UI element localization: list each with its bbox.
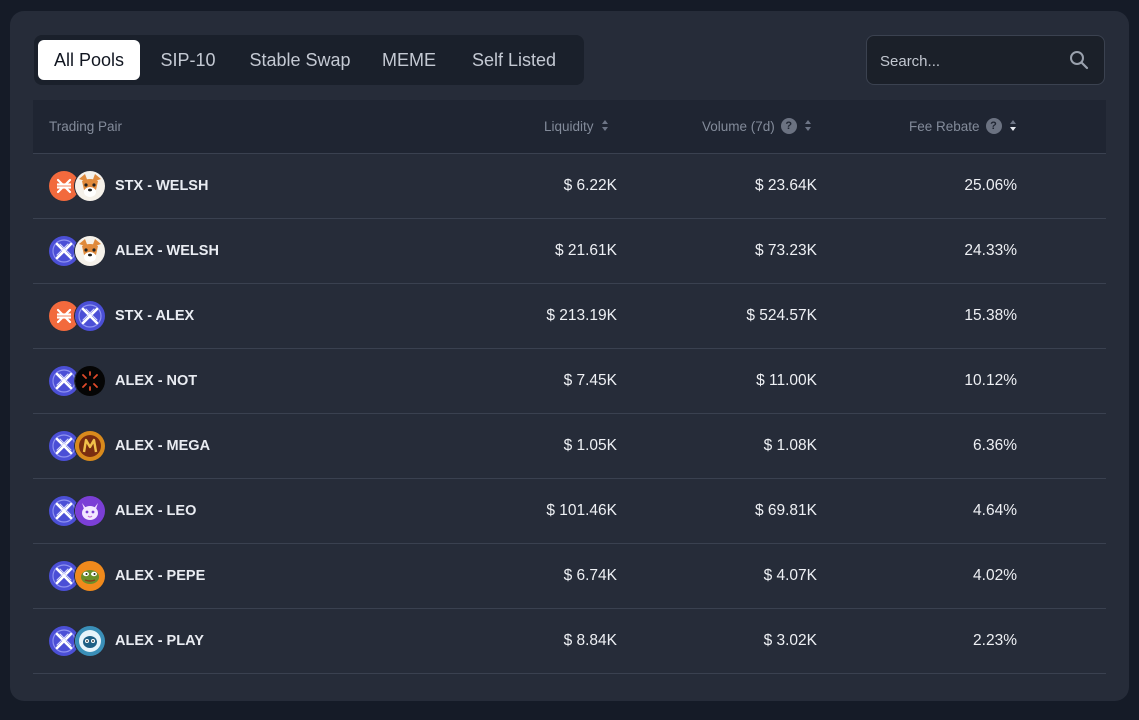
fee-rebate-value: 6.36% [973,437,1017,454]
volume-value: $ 1.08K [763,437,817,454]
search-icon[interactable] [1069,50,1089,70]
header-liquidity[interactable]: Liquidity [544,100,609,153]
table-row[interactable]: ALEX - NOT $ 7.45K $ 11.00K 10.12% [33,349,1106,414]
pepe-icon [75,561,105,591]
liquidity-value: $ 101.46K [546,502,617,519]
table-row[interactable]: ALEX - PEPE $ 6.74K $ 4.07K 4.02% [33,544,1106,609]
pair-icons [49,431,107,463]
sort-icon[interactable] [601,119,609,132]
volume-value: $ 73.23K [754,242,817,259]
header-fee-rebate[interactable]: Fee Rebate? [909,100,1017,153]
pair-icons [49,236,107,268]
liquidity-value: $ 6.22K [563,177,617,194]
pair-icons [49,496,107,528]
fee-rebate-value: 10.12% [964,372,1017,389]
liquidity-value: $ 21.61K [554,242,617,259]
volume-value: $ 3.02K [763,632,817,649]
tab-all-pools[interactable]: All Pools [38,40,140,80]
pair-icons [49,171,107,203]
sort-icon[interactable] [804,119,812,132]
header-trading-pair: Trading Pair [49,119,123,134]
table-row[interactable]: ALEX - LEO $ 101.46K $ 69.81K 4.64% [33,479,1106,544]
search-input[interactable] [878,36,1062,86]
liquidity-value: $ 213.19K [546,307,617,324]
volume-value: $ 4.07K [763,567,817,584]
pools-table: Trading Pair Liquidity Volume (7d)? Fee … [33,100,1106,720]
fee-rebate-value: 25.06% [964,177,1017,194]
table-row[interactable]: ALEX - WELSH $ 21.61K $ 73.23K 24.33% [33,219,1106,284]
tab-meme[interactable]: MEME [374,40,444,80]
trading-pair: ALEX - PLAY [115,633,204,649]
tab-stable-swap[interactable]: Stable Swap [238,40,362,80]
trading-pair: STX - ALEX [115,308,195,324]
pair-icons [49,366,107,398]
table-header: Trading Pair Liquidity Volume (7d)? Fee … [33,100,1106,154]
alex-icon [75,301,105,331]
pair-icons [49,626,107,658]
not-icon [75,366,105,396]
fee-rebate-value: 2.23% [973,632,1017,649]
header-volume[interactable]: Volume (7d)? [702,100,812,153]
welsh-icon [75,236,105,266]
fee-rebate-value: 15.38% [964,307,1017,324]
welsh-icon [75,171,105,201]
liquidity-value: $ 8.84K [563,632,617,649]
fee-rebate-value: 4.64% [973,502,1017,519]
volume-value: $ 23.64K [754,177,817,194]
fee-rebate-value: 4.02% [973,567,1017,584]
tab-self-listed[interactable]: Self Listed [458,40,570,80]
trading-pair: ALEX - WELSH [115,243,219,259]
help-icon[interactable]: ? [985,117,1002,134]
tab-sip-10[interactable]: SIP-10 [148,40,228,80]
mega-icon [75,431,105,461]
pools-panel: All Pools SIP-10 Stable Swap MEME Self L… [10,11,1129,701]
trading-pair: ALEX - PEPE [115,568,206,584]
table-row[interactable]: ALEX - MEGA $ 1.05K $ 1.08K 6.36% [33,414,1106,479]
table-row[interactable]: STX - WELSH $ 6.22K $ 23.64K 25.06% [33,154,1106,219]
liquidity-value: $ 1.05K [563,437,617,454]
leo-icon [75,496,105,526]
header-fee-rebate-label: Fee Rebate [909,119,980,134]
header-volume-label: Volume (7d) [702,119,775,134]
liquidity-value: $ 6.74K [563,567,617,584]
table-row[interactable]: ALEX - PLAY $ 8.84K $ 3.02K 2.23% [33,609,1106,674]
pool-filter-tabs: All Pools SIP-10 Stable Swap MEME Self L… [34,35,584,85]
volume-value: $ 524.57K [746,307,817,324]
fee-rebate-value: 24.33% [964,242,1017,259]
search-box [866,35,1105,86]
help-icon[interactable]: ? [780,117,797,134]
liquidity-value: $ 7.45K [563,372,617,389]
trading-pair: ALEX - LEO [115,503,197,519]
play-icon [75,626,105,656]
table-row[interactable]: STX - ALEX $ 213.19K $ 524.57K 15.38% [33,284,1106,349]
trading-pair: ALEX - NOT [115,373,198,389]
trading-pair: ALEX - MEGA [115,438,211,454]
pair-icons [49,301,107,333]
volume-value: $ 69.81K [754,502,817,519]
trading-pair: STX - WELSH [115,178,209,194]
volume-value: $ 11.00K [756,372,817,389]
pair-icons [49,561,107,593]
header-liquidity-label: Liquidity [544,119,594,134]
sort-desc-icon[interactable] [1009,119,1017,132]
